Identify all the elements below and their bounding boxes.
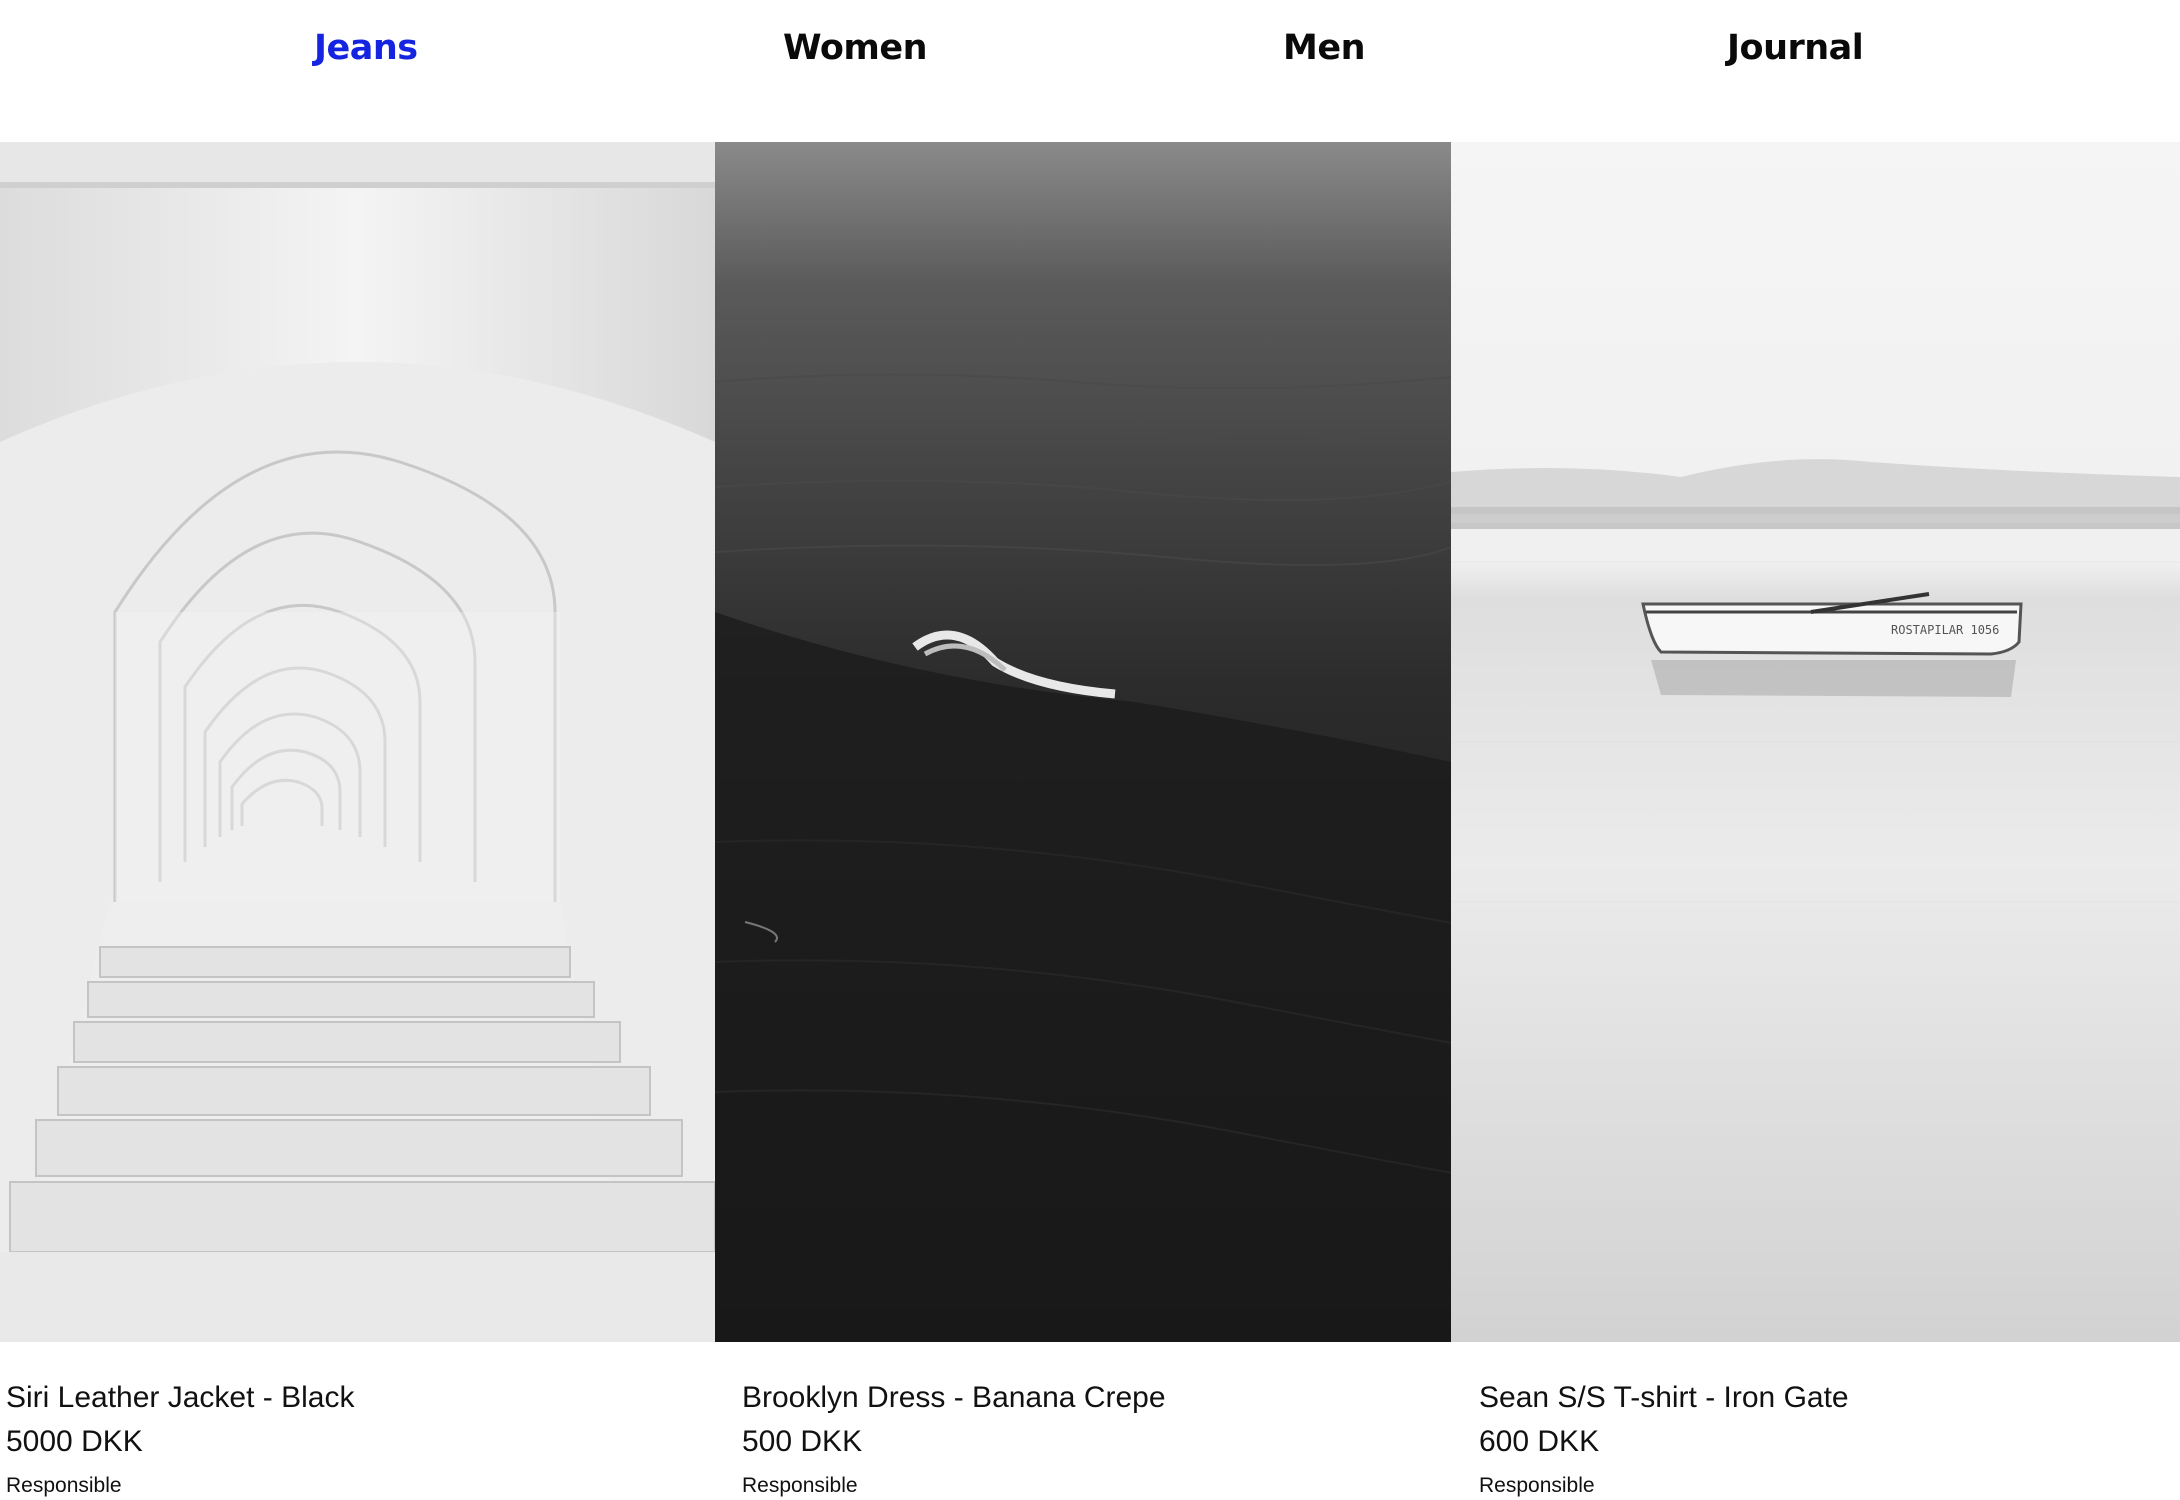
nav-link-men[interactable]: Men xyxy=(1283,28,1365,68)
nav-link-journal[interactable]: Journal xyxy=(1727,28,1864,68)
product-card: ROSTAPILAR 1056 Sean S/S T-shirt - Iron … xyxy=(1451,142,2180,1498)
product-image-boat[interactable]: ROSTAPILAR 1056 xyxy=(1451,142,2180,1342)
nav-link-women[interactable]: Women xyxy=(783,28,928,68)
product-card: Siri Leather Jacket - Black 5000 DKK Res… xyxy=(0,142,715,1498)
nav-link-jeans[interactable]: Jeans xyxy=(314,28,418,68)
product-price: 600 DKK xyxy=(1479,1425,1600,1458)
product-card: Brooklyn Dress - Banana Crepe 500 DKK Re… xyxy=(715,142,1451,1498)
product-price: 500 DKK xyxy=(742,1425,863,1458)
product-info: Siri Leather Jacket - Black 5000 DKK Res… xyxy=(6,1378,354,1500)
product-title[interactable]: Sean S/S T-shirt - Iron Gate xyxy=(1479,1378,1849,1418)
product-image-arches[interactable] xyxy=(0,142,715,1342)
product-grid: Siri Leather Jacket - Black 5000 DKK Res… xyxy=(0,142,2180,1498)
product-price: 5000 DKK xyxy=(6,1425,143,1458)
product-tag: Responsible xyxy=(742,1474,858,1497)
product-tag: Responsible xyxy=(1479,1474,1595,1497)
svg-text:ROSTAPILAR 1056: ROSTAPILAR 1056 xyxy=(1891,623,1999,637)
product-info: Sean S/S T-shirt - Iron Gate 600 DKK Res… xyxy=(1479,1378,1849,1500)
main-navigation: Jeans Women Men Journal xyxy=(0,0,2180,142)
product-image-ocean[interactable] xyxy=(715,142,1451,1342)
product-title[interactable]: Brooklyn Dress - Banana Crepe xyxy=(742,1378,1166,1418)
product-title[interactable]: Siri Leather Jacket - Black xyxy=(6,1378,354,1418)
product-tag: Responsible xyxy=(6,1474,122,1497)
product-info: Brooklyn Dress - Banana Crepe 500 DKK Re… xyxy=(742,1378,1166,1500)
